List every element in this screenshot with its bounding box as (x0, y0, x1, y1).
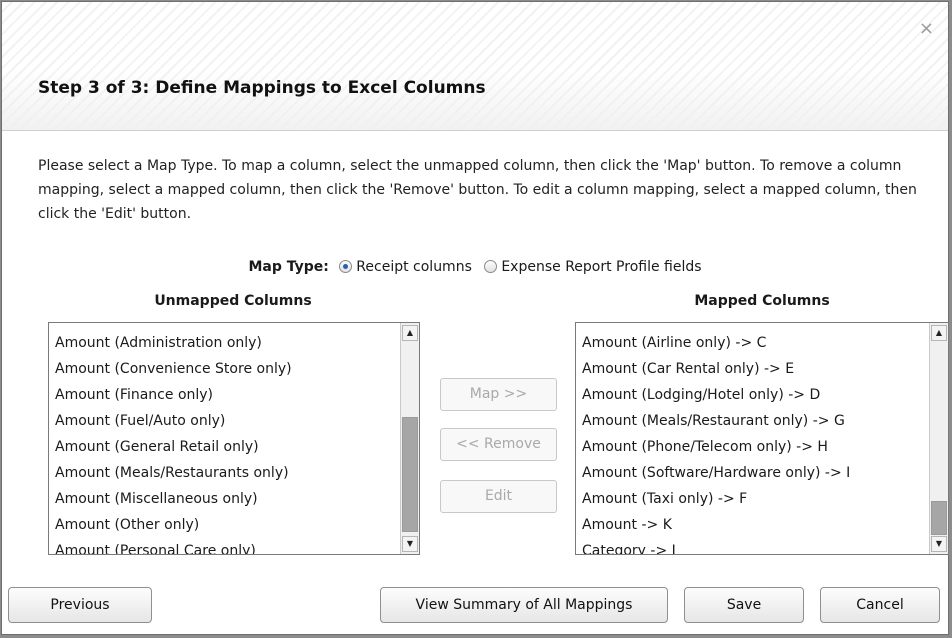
edit-button[interactable]: Edit (440, 480, 557, 513)
unmapped-columns-list[interactable]: Amount (Administration only) Amount (Con… (48, 322, 420, 555)
close-icon[interactable]: × (919, 20, 934, 38)
list-item[interactable]: Amount (Convenience Store only) (55, 356, 395, 382)
list-item[interactable]: Amount (General Retail only) (55, 434, 395, 460)
mapped-scroll-thumb[interactable] (931, 501, 947, 535)
map-type-label: Map Type: (248, 259, 329, 275)
list-item[interactable]: Amount (Meals/Restaurants only) (55, 460, 395, 486)
unmapped-scroll-thumb[interactable] (402, 417, 418, 532)
mapped-columns-header: Mapped Columns (694, 293, 830, 309)
dialog-title: Step 3 of 3: Define Mappings to Excel Co… (38, 78, 486, 98)
list-item[interactable]: Amount (Lodging/Hotel only) -> D (582, 382, 924, 408)
list-item[interactable]: Amount (Miscellaneous only) (55, 486, 395, 512)
cancel-button[interactable]: Cancel (820, 587, 940, 623)
list-item[interactable]: Amount (Finance only) (55, 382, 395, 408)
unmapped-items: Amount (Administration only) Amount (Con… (55, 330, 395, 554)
mapped-columns-list[interactable]: Amount (Airline only) -> C Amount (Car R… (575, 322, 949, 555)
instructions-text: Please select a Map Type. To map a colum… (38, 158, 917, 222)
list-item[interactable]: Amount (Meals/Restaurant only) -> G (582, 408, 924, 434)
list-item[interactable]: Amount (Other only) (55, 512, 395, 538)
list-item[interactable]: Amount (Taxi only) -> F (582, 486, 924, 512)
scroll-down-arrow-icon[interactable]: ▼ (402, 536, 418, 552)
list-item[interactable]: Amount (Software/Hardware only) -> I (582, 460, 924, 486)
scroll-up-arrow-icon[interactable]: ▲ (402, 325, 418, 341)
list-item[interactable]: Amount (Personal Care only) (55, 538, 395, 554)
map-button[interactable]: Map >> (440, 378, 557, 411)
mapping-dialog: × Step 3 of 3: Define Mappings to Excel … (1, 1, 949, 635)
map-type-row: Map Type: Receipt columns Expense Report… (2, 257, 948, 277)
save-button[interactable]: Save (684, 587, 804, 623)
list-item[interactable]: Amount (Airline only) -> C (582, 330, 924, 356)
radio-expense-report-profile-fields[interactable] (484, 260, 498, 273)
view-summary-button[interactable]: View Summary of All Mappings (380, 587, 668, 623)
unmapped-scrollbar[interactable]: ▲ ▼ (400, 323, 419, 554)
list-item[interactable]: Amount (Administration only) (55, 330, 395, 356)
mapped-items: Amount (Airline only) -> C Amount (Car R… (582, 330, 924, 554)
unmapped-columns-header: Unmapped Columns (154, 293, 312, 309)
mapped-scrollbar[interactable]: ▲ ▼ (929, 323, 948, 554)
list-item[interactable]: Amount (Car Rental only) -> E (582, 356, 924, 382)
previous-button[interactable]: Previous (8, 587, 152, 623)
scroll-up-arrow-icon[interactable]: ▲ (931, 325, 947, 341)
list-item[interactable]: Category -> J (582, 538, 924, 554)
radio-receipt-columns[interactable] (339, 260, 353, 273)
remove-button[interactable]: << Remove (440, 428, 557, 461)
list-item[interactable]: Amount (Phone/Telecom only) -> H (582, 434, 924, 460)
radio-expense-report-profile-fields-label[interactable]: Expense Report Profile fields (501, 259, 701, 275)
dialog-header: × Step 3 of 3: Define Mappings to Excel … (2, 2, 948, 131)
radio-receipt-columns-label[interactable]: Receipt columns (356, 259, 472, 275)
list-item[interactable]: Amount -> K (582, 512, 924, 538)
list-item[interactable]: Amount (Fuel/Auto only) (55, 408, 395, 434)
scroll-down-arrow-icon[interactable]: ▼ (931, 536, 947, 552)
